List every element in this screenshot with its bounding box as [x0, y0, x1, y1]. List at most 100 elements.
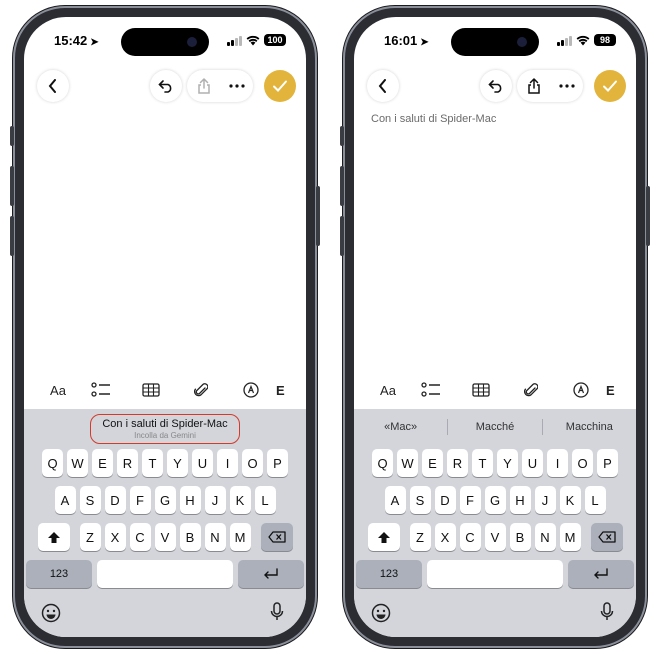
- key-r[interactable]: R: [117, 449, 138, 477]
- suggestion-word-2[interactable]: Macché: [448, 421, 541, 433]
- key-w[interactable]: W: [397, 449, 418, 477]
- checklist-button[interactable]: [406, 375, 456, 405]
- table-button[interactable]: [456, 375, 506, 405]
- key-m[interactable]: M: [559, 523, 581, 551]
- done-button[interactable]: [594, 70, 626, 102]
- back-button[interactable]: [367, 70, 399, 102]
- clipboard-suggestion[interactable]: Con i saluti di Spider-Mac Incolla da Ge…: [90, 414, 240, 444]
- key-d[interactable]: D: [104, 486, 126, 514]
- key-v[interactable]: V: [484, 523, 506, 551]
- emoji-icon[interactable]: [371, 603, 391, 623]
- key-v[interactable]: V: [154, 523, 176, 551]
- text-style-button[interactable]: Aa: [40, 375, 76, 405]
- note-toolbar: [24, 70, 306, 104]
- table-button[interactable]: [126, 375, 176, 405]
- key-q[interactable]: Q: [372, 449, 393, 477]
- key-g[interactable]: G: [484, 486, 506, 514]
- suggestion-word-1[interactable]: «Mac»: [354, 421, 447, 433]
- share-button[interactable]: [189, 71, 219, 101]
- numbers-key[interactable]: 123: [356, 560, 422, 588]
- delete-key[interactable]: [260, 523, 293, 551]
- undo-icon: [158, 80, 172, 93]
- key-h[interactable]: H: [509, 486, 531, 514]
- key-f[interactable]: F: [129, 486, 151, 514]
- key-a[interactable]: A: [54, 486, 76, 514]
- key-c[interactable]: C: [459, 523, 481, 551]
- suggestion-word-3[interactable]: Macchina: [543, 421, 636, 433]
- attach-button[interactable]: [506, 375, 556, 405]
- return-key[interactable]: [568, 560, 634, 588]
- back-button[interactable]: [37, 70, 69, 102]
- key-e[interactable]: E: [422, 449, 443, 477]
- key-e[interactable]: E: [92, 449, 113, 477]
- markup-button[interactable]: [226, 375, 276, 405]
- key-y[interactable]: Y: [167, 449, 188, 477]
- more-button[interactable]: [552, 71, 582, 101]
- key-j[interactable]: J: [534, 486, 556, 514]
- key-n[interactable]: N: [204, 523, 226, 551]
- key-f[interactable]: F: [459, 486, 481, 514]
- note-body[interactable]: Con i saluti di Spider-Mac: [371, 113, 496, 125]
- key-n[interactable]: N: [534, 523, 556, 551]
- key-t[interactable]: T: [142, 449, 163, 477]
- key-l[interactable]: L: [584, 486, 606, 514]
- key-o[interactable]: O: [572, 449, 593, 477]
- key-l[interactable]: L: [254, 486, 276, 514]
- return-key[interactable]: [238, 560, 304, 588]
- key-r[interactable]: R: [447, 449, 468, 477]
- key-i[interactable]: I: [217, 449, 238, 477]
- more-button[interactable]: [222, 71, 252, 101]
- share-button[interactable]: [519, 71, 549, 101]
- ellipsis-icon: [228, 84, 245, 88]
- key-t[interactable]: T: [472, 449, 493, 477]
- action-button: [340, 126, 344, 146]
- undo-button[interactable]: [480, 70, 512, 102]
- key-g[interactable]: G: [154, 486, 176, 514]
- key-s[interactable]: S: [79, 486, 101, 514]
- shift-key[interactable]: [37, 523, 70, 551]
- key-x[interactable]: X: [104, 523, 126, 551]
- microphone-icon[interactable]: [270, 602, 284, 622]
- key-u[interactable]: U: [522, 449, 543, 477]
- key-d[interactable]: D: [434, 486, 456, 514]
- key-p[interactable]: P: [267, 449, 288, 477]
- key-h[interactable]: H: [179, 486, 201, 514]
- key-b[interactable]: B: [179, 523, 201, 551]
- key-q[interactable]: Q: [42, 449, 63, 477]
- emoji-icon[interactable]: [41, 603, 61, 623]
- key-x[interactable]: X: [434, 523, 456, 551]
- more-format-button[interactable]: E: [606, 375, 626, 405]
- space-key[interactable]: [427, 560, 563, 588]
- ellipsis-icon: [558, 84, 575, 88]
- key-c[interactable]: C: [129, 523, 151, 551]
- location-arrow-icon: ➤: [420, 37, 429, 48]
- key-a[interactable]: A: [384, 486, 406, 514]
- text-style-button[interactable]: Aa: [370, 375, 406, 405]
- key-o[interactable]: O: [242, 449, 263, 477]
- checklist-button[interactable]: [76, 375, 126, 405]
- attach-button[interactable]: [176, 375, 226, 405]
- delete-key[interactable]: [590, 523, 623, 551]
- key-j[interactable]: J: [204, 486, 226, 514]
- key-z[interactable]: Z: [79, 523, 101, 551]
- key-i[interactable]: I: [547, 449, 568, 477]
- key-p[interactable]: P: [597, 449, 618, 477]
- key-k[interactable]: K: [559, 486, 581, 514]
- shift-key[interactable]: [367, 523, 400, 551]
- microphone-icon[interactable]: [600, 602, 614, 622]
- key-u[interactable]: U: [192, 449, 213, 477]
- done-button[interactable]: [264, 70, 296, 102]
- markup-button[interactable]: [556, 375, 606, 405]
- space-key[interactable]: [97, 560, 233, 588]
- numbers-key[interactable]: 123: [26, 560, 92, 588]
- key-s[interactable]: S: [409, 486, 431, 514]
- key-y[interactable]: Y: [497, 449, 518, 477]
- undo-button[interactable]: [150, 70, 182, 102]
- key-k[interactable]: K: [229, 486, 251, 514]
- delete-icon: [597, 531, 616, 543]
- more-format-button[interactable]: E: [276, 375, 296, 405]
- key-z[interactable]: Z: [409, 523, 431, 551]
- key-m[interactable]: M: [229, 523, 251, 551]
- key-b[interactable]: B: [509, 523, 531, 551]
- key-w[interactable]: W: [67, 449, 88, 477]
